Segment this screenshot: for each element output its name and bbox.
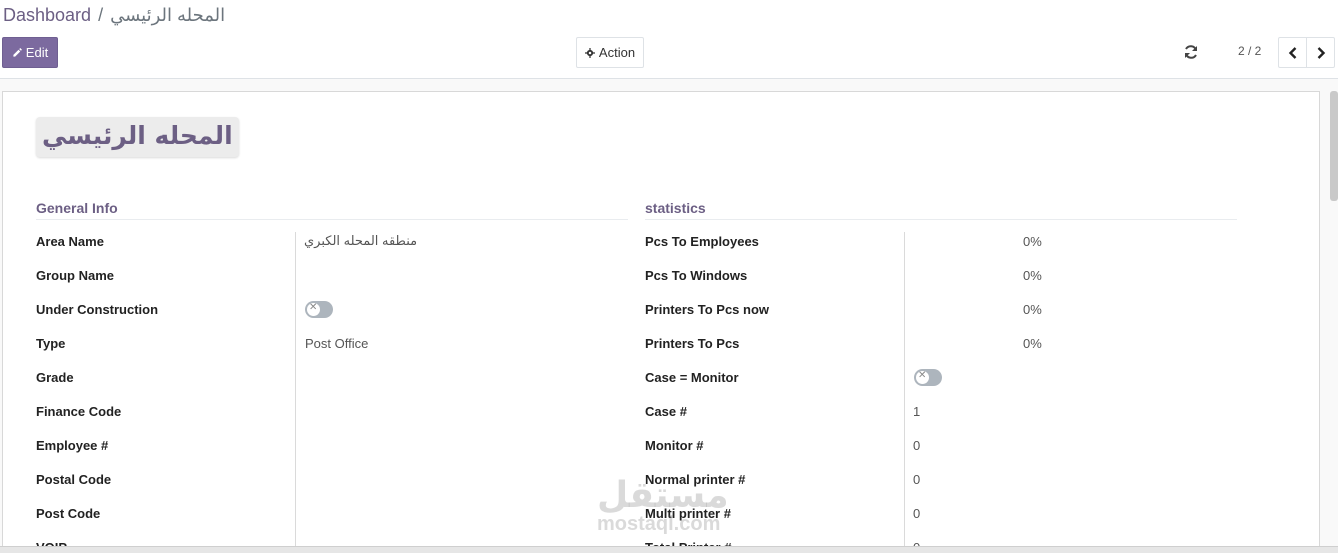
action-button-label: Action (598, 45, 636, 60)
field-label: Under Construction (36, 301, 159, 317)
close-icon: ✕ (309, 301, 318, 313)
toggle-switch-off[interactable]: ✕ (305, 300, 333, 318)
statistics-title: statistics (645, 200, 1237, 220)
stat-case-monitor: Case = Monitor (645, 367, 739, 387)
stat-multi-printer-count: Multi printer # (645, 503, 731, 523)
field-label: Pcs To Employees (645, 233, 759, 249)
field-area-name: Area Name (36, 231, 104, 251)
stat-pcs-to-employees: Pcs To Employees (645, 231, 759, 251)
field-group-name: Group Name (36, 265, 114, 285)
action-button[interactable]: Action (576, 37, 644, 68)
general-info-title: General Info (36, 200, 628, 220)
field-employee-count: Employee # (36, 435, 108, 455)
close-icon: ✕ (918, 369, 927, 381)
stat-case-count: Case # (645, 401, 687, 421)
field-post-code: Post Code (36, 503, 100, 523)
field-value: 0% (1023, 335, 1042, 351)
reload-icon[interactable] (1183, 44, 1199, 60)
field-label: Normal printer # (645, 471, 746, 487)
stat-pcs-to-employees-value: 0% (1023, 231, 1042, 251)
field-label: Post Code (36, 505, 101, 521)
field-label: Type (36, 335, 66, 351)
field-value: 0% (1023, 301, 1042, 317)
field-postal-code: Postal Code (36, 469, 111, 489)
field-label: Printers To Pcs now (645, 301, 770, 317)
breadcrumb-current: المحله الرئيسي (110, 5, 226, 25)
breadcrumb-separator: / (98, 5, 104, 25)
field-area-name-value[interactable]: منطقه المحله الكبري (304, 231, 417, 251)
edit-button[interactable]: Edit (2, 37, 58, 68)
stat-printers-to-pcs-now-value: 0% (1023, 299, 1042, 319)
field-type: Type (36, 333, 65, 353)
control-panel: Dashboard / المحله الرئيسي Edit Action 2… (0, 0, 1338, 79)
field-value: 0% (1023, 267, 1042, 283)
field-type-value[interactable]: Post Office (305, 333, 368, 353)
field-label: Postal Code (36, 471, 112, 487)
stat-normal-printer-count-value[interactable]: 0 (913, 469, 920, 489)
field-grade: Grade (36, 367, 74, 387)
field-label: Monitor # (645, 437, 704, 453)
field-under-construction: Under Construction (36, 299, 158, 319)
pager-previous-button[interactable] (1278, 37, 1307, 68)
edit-button-label: Edit (25, 45, 49, 60)
statistics-divider (904, 232, 905, 553)
stat-printers-to-pcs: Printers To Pcs (645, 333, 739, 353)
field-label: Grade (36, 369, 74, 385)
breadcrumb-dashboard-link[interactable]: Dashboard (3, 5, 91, 25)
field-label: Printers To Pcs (645, 335, 740, 351)
stat-printers-to-pcs-value: 0% (1023, 333, 1042, 353)
field-value: Post Office (305, 335, 369, 351)
stat-monitor-count-value[interactable]: 0 (913, 435, 920, 455)
field-under-construction-value[interactable]: ✕ (305, 299, 333, 319)
field-label: Employee # (36, 437, 109, 453)
field-label: Case = Monitor (645, 369, 739, 385)
pager-value[interactable]: 2 / 2 (1238, 44, 1261, 58)
chevron-left-icon (1288, 46, 1296, 59)
stat-normal-printer-count: Normal printer # (645, 469, 745, 489)
stat-printers-to-pcs-now: Printers To Pcs now (645, 299, 769, 319)
record-title: المحله الرئيسي (42, 121, 233, 150)
form-sheet: المحله الرئيسي General Info statistics A… (2, 91, 1320, 553)
field-label: Finance Code (36, 403, 122, 419)
general-info-divider (295, 232, 296, 553)
stat-case-count-value[interactable]: 1 (913, 401, 920, 421)
field-label: Multi printer # (645, 505, 731, 521)
stat-multi-printer-count-value[interactable]: 0 (913, 503, 920, 523)
bottom-bar (0, 546, 1338, 553)
pager-next-button[interactable] (1306, 37, 1335, 68)
field-value: 0% (1023, 233, 1042, 249)
field-label: Pcs To Windows (645, 267, 748, 283)
toggle-switch-off[interactable]: ✕ (914, 368, 942, 386)
pencil-icon (13, 48, 22, 57)
chevron-right-icon (1317, 46, 1325, 59)
field-finance-code: Finance Code (36, 401, 121, 421)
stat-pcs-to-windows: Pcs To Windows (645, 265, 747, 285)
field-value: منطقه المحله الكبري (304, 233, 418, 248)
field-label: Case # (645, 403, 687, 419)
field-label: Group Name (36, 267, 115, 283)
field-value: 1 (913, 403, 921, 419)
field-label: Area Name (36, 233, 104, 249)
record-title-box: المحله الرئيسي (36, 117, 239, 157)
breadcrumb: Dashboard / المحله الرئيسي (3, 5, 225, 26)
field-value: 0 (913, 471, 921, 487)
gear-icon (584, 47, 595, 58)
field-value: 0 (913, 437, 921, 453)
stat-case-monitor-value[interactable]: ✕ (914, 367, 942, 387)
scrollbar-thumb[interactable] (1330, 91, 1338, 201)
field-value: 0 (913, 505, 921, 521)
stat-monitor-count: Monitor # (645, 435, 704, 455)
stat-pcs-to-windows-value: 0% (1023, 265, 1042, 285)
